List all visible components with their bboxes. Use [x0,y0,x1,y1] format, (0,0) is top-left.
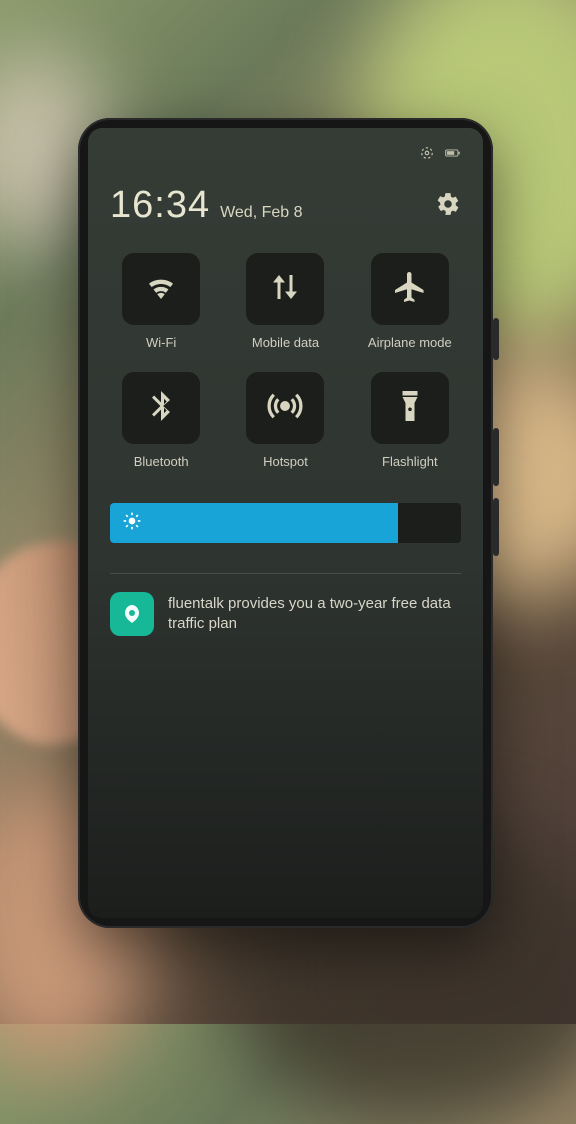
bluetooth-icon [143,388,179,429]
signal-icon [419,146,435,165]
notification-app-icon [110,592,154,636]
quick-tiles-grid: Wi-Fi Mobile data Airplane mode [110,253,461,469]
flashlight-label: Flashlight [382,454,438,469]
side-button [493,428,499,486]
bluetooth-label: Bluetooth [134,454,189,469]
wifi-tile[interactable] [122,253,200,325]
wifi-label: Wi-Fi [146,335,176,350]
status-bar [110,146,461,164]
brightness-fill [110,503,398,543]
quick-settings-panel: 16:34 Wed, Feb 8 Wi-Fi [88,128,483,918]
side-button [493,498,499,556]
clock-time: 16:34 [110,184,210,227]
flashlight-tile[interactable] [371,372,449,444]
brightness-slider[interactable] [110,503,461,543]
mobile-data-icon [267,269,303,310]
airplane-mode-tile[interactable] [371,253,449,325]
mobile-data-tile[interactable] [246,253,324,325]
mobile-data-label: Mobile data [252,335,319,350]
airplane-label: Airplane mode [368,335,452,350]
wifi-icon [143,269,179,310]
date-label: Wed, Feb 8 [220,204,302,222]
battery-icon [445,146,461,165]
divider [110,573,461,574]
hotspot-icon [267,388,303,429]
side-button [493,318,499,360]
notification-text: fluentalk provides you a two-year free d… [168,594,461,635]
hotspot-label: Hotspot [263,454,308,469]
hotspot-tile[interactable] [246,372,324,444]
settings-button[interactable] [435,191,461,222]
flashlight-icon [392,388,428,429]
brightness-icon [122,511,142,536]
notification-item[interactable]: fluentalk provides you a two-year free d… [110,590,461,638]
device-frame: 16:34 Wed, Feb 8 Wi-Fi [78,118,493,928]
bluetooth-tile[interactable] [122,372,200,444]
airplane-icon [392,269,428,310]
